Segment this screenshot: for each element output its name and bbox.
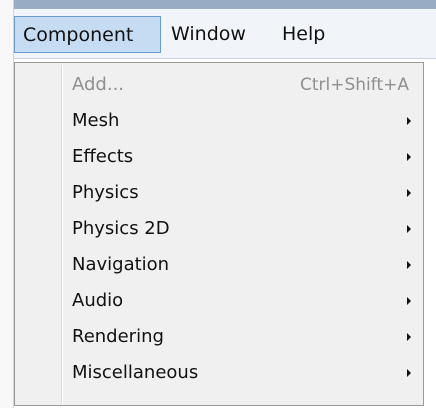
menubar-item-component[interactable]: Component: [14, 16, 161, 53]
chevron-right-icon: [407, 297, 411, 305]
chevron-right-icon: [407, 189, 411, 197]
menu-item-physics-2d[interactable]: Physics 2D: [15, 211, 423, 247]
chevron-right-icon: [407, 153, 411, 161]
chevron-right-icon: [407, 369, 411, 377]
window-top-edge: [0, 0, 436, 9]
window-left-edge: [0, 0, 14, 408]
menu-item-label: Mesh: [72, 110, 120, 131]
component-dropdown-menu: Add... Ctrl+Shift+A Mesh Effects Physics…: [14, 62, 424, 406]
menu-item-physics[interactable]: Physics: [15, 175, 423, 211]
menu-item-label: Physics 2D: [72, 218, 170, 239]
menu-item-mesh[interactable]: Mesh: [15, 103, 423, 139]
menu-item-label: Effects: [72, 146, 134, 167]
menubar-item-window[interactable]: Window: [171, 16, 246, 53]
menu-item-label: Rendering: [72, 326, 164, 347]
menu-item-label: Physics: [72, 182, 139, 203]
menu-item-label: Add...: [72, 74, 125, 95]
chevron-right-icon: [407, 333, 411, 341]
menu-item-add: Add... Ctrl+Shift+A: [15, 67, 423, 103]
menu-item-shortcut: Ctrl+Shift+A: [299, 75, 409, 95]
menu-item-miscellaneous[interactable]: Miscellaneous: [15, 355, 423, 391]
menu-item-label: Navigation: [72, 254, 170, 275]
menu-item-effects[interactable]: Effects: [15, 139, 423, 175]
menu-bar: Component Window Help: [0, 9, 436, 59]
chevron-right-icon: [407, 117, 411, 125]
chevron-right-icon: [407, 261, 411, 269]
menu-item-navigation[interactable]: Navigation: [15, 247, 423, 283]
menu-item-audio[interactable]: Audio: [15, 283, 423, 319]
menubar-item-help[interactable]: Help: [282, 16, 325, 53]
menu-item-label: Miscellaneous: [72, 362, 199, 383]
menu-item-label: Audio: [72, 290, 124, 311]
editor-window: Component Window Help Add... Ctrl+Shift+…: [0, 0, 436, 408]
menu-item-rendering[interactable]: Rendering: [15, 319, 423, 355]
chevron-right-icon: [407, 225, 411, 233]
